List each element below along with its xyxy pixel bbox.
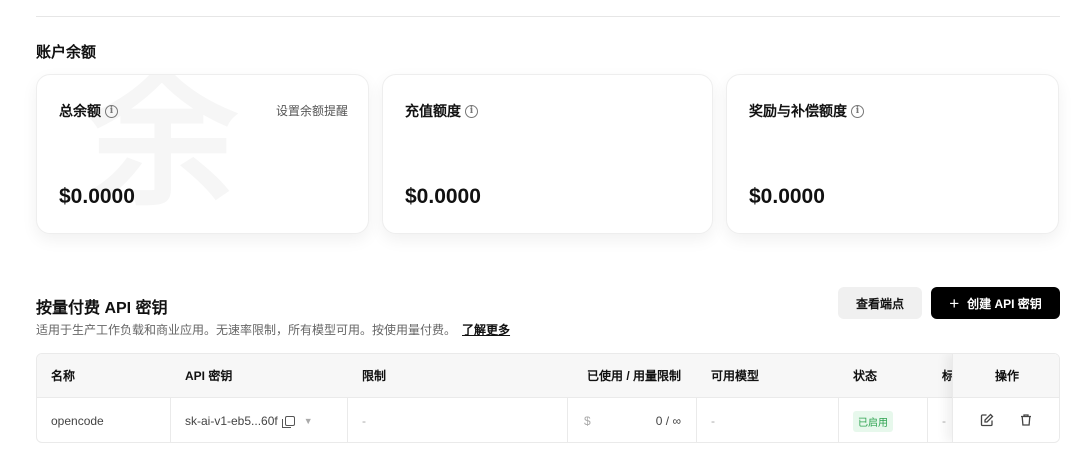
row-limit: - xyxy=(362,414,366,428)
api-keys-title: 按量付费 API 密钥 xyxy=(36,300,168,317)
column-divider xyxy=(927,398,928,442)
header-models[interactable]: 可用模型 xyxy=(711,354,759,397)
column-divider xyxy=(347,398,348,442)
bonus-credit-card: 奖励与补偿额度 i $0.0000 xyxy=(726,74,1059,234)
create-api-key-button[interactable]: + 创建 API 密钥 xyxy=(931,287,1060,319)
column-divider xyxy=(170,398,171,442)
info-icon[interactable]: i xyxy=(105,104,118,118)
info-icon[interactable]: i xyxy=(851,104,864,118)
table-row: opencode sk-ai-v1-eb5...60f ▼ - $ 0 / ∞ … xyxy=(37,398,1059,442)
bonus-credit-label-text: 奖励与补偿额度 xyxy=(749,103,847,119)
learn-more-link[interactable]: 了解更多 xyxy=(462,323,510,337)
billing-page: 账户余额 余 总余额 i 设置余额提醒 $0.0000 充值额度 i $0.00… xyxy=(0,0,1080,468)
total-balance-card: 余 总余额 i 设置余额提醒 $0.0000 xyxy=(36,74,369,234)
recharge-credit-label-text: 充值额度 xyxy=(405,103,461,119)
column-divider xyxy=(567,398,568,442)
header-name[interactable]: 名称 xyxy=(51,354,75,397)
total-balance-amount: $0.0000 xyxy=(59,185,135,208)
header-key[interactable]: API 密钥 xyxy=(185,354,232,397)
info-icon[interactable]: i xyxy=(465,104,478,118)
bonus-credit-amount: $0.0000 xyxy=(749,185,825,208)
set-balance-alert-link[interactable]: 设置余额提醒 xyxy=(276,102,348,119)
trash-icon[interactable] xyxy=(1016,410,1036,430)
header-status[interactable]: 状态 xyxy=(853,354,877,397)
chevron-down-icon[interactable]: ▼ xyxy=(304,416,313,426)
edit-icon[interactable] xyxy=(977,410,997,430)
status-badge: 已启用 xyxy=(853,410,893,432)
row-status: 已启用 xyxy=(853,398,893,442)
row-models: - xyxy=(711,414,715,428)
bonus-credit-label: 奖励与补偿额度 i xyxy=(749,101,864,121)
create-api-key-label: 创建 API 密钥 xyxy=(967,296,1042,311)
table-header: 名称 API 密钥 限制 已使用 / 用量限制 可用模型 状态 标 xyxy=(37,354,1059,398)
row-name: opencode xyxy=(51,414,104,428)
total-balance-label: 总余额 i xyxy=(59,101,118,121)
header-limit[interactable]: 限制 xyxy=(362,354,386,397)
row-tags: - xyxy=(942,414,946,428)
plus-icon: + xyxy=(949,293,960,313)
total-balance-label-text: 总余额 xyxy=(59,103,101,119)
row-key-text: sk-ai-v1-eb5...60f xyxy=(185,414,278,428)
recharge-credit-label: 充值额度 i xyxy=(405,101,478,121)
column-divider xyxy=(696,398,697,442)
header-actions: 操作 xyxy=(953,354,1059,398)
row-key: sk-ai-v1-eb5...60f ▼ xyxy=(185,398,313,442)
api-keys-description-text: 适用于生产工作负载和商业应用。无速率限制，所有模型可用。按使用量付费。 xyxy=(36,323,457,337)
header-usage[interactable]: 已使用 / 用量限制 xyxy=(581,354,681,397)
actions-column: 操作 xyxy=(952,354,1059,442)
row-usage: 0 / ∞ xyxy=(655,414,681,428)
balance-section-title: 账户余额 xyxy=(36,44,97,61)
row-currency: $ xyxy=(584,414,591,428)
recharge-credit-amount: $0.0000 xyxy=(405,185,481,208)
recharge-credit-card: 充值额度 i $0.0000 xyxy=(382,74,713,234)
api-keys-description: 适用于生产工作负载和商业应用。无速率限制，所有模型可用。按使用量付费。 了解更多 xyxy=(36,321,510,338)
column-divider xyxy=(838,398,839,442)
view-endpoints-button[interactable]: 查看端点 xyxy=(838,287,922,319)
top-divider xyxy=(36,16,1060,17)
copy-icon[interactable] xyxy=(281,416,295,428)
api-keys-table: 名称 API 密钥 限制 已使用 / 用量限制 可用模型 状态 标 openco… xyxy=(36,353,1060,443)
